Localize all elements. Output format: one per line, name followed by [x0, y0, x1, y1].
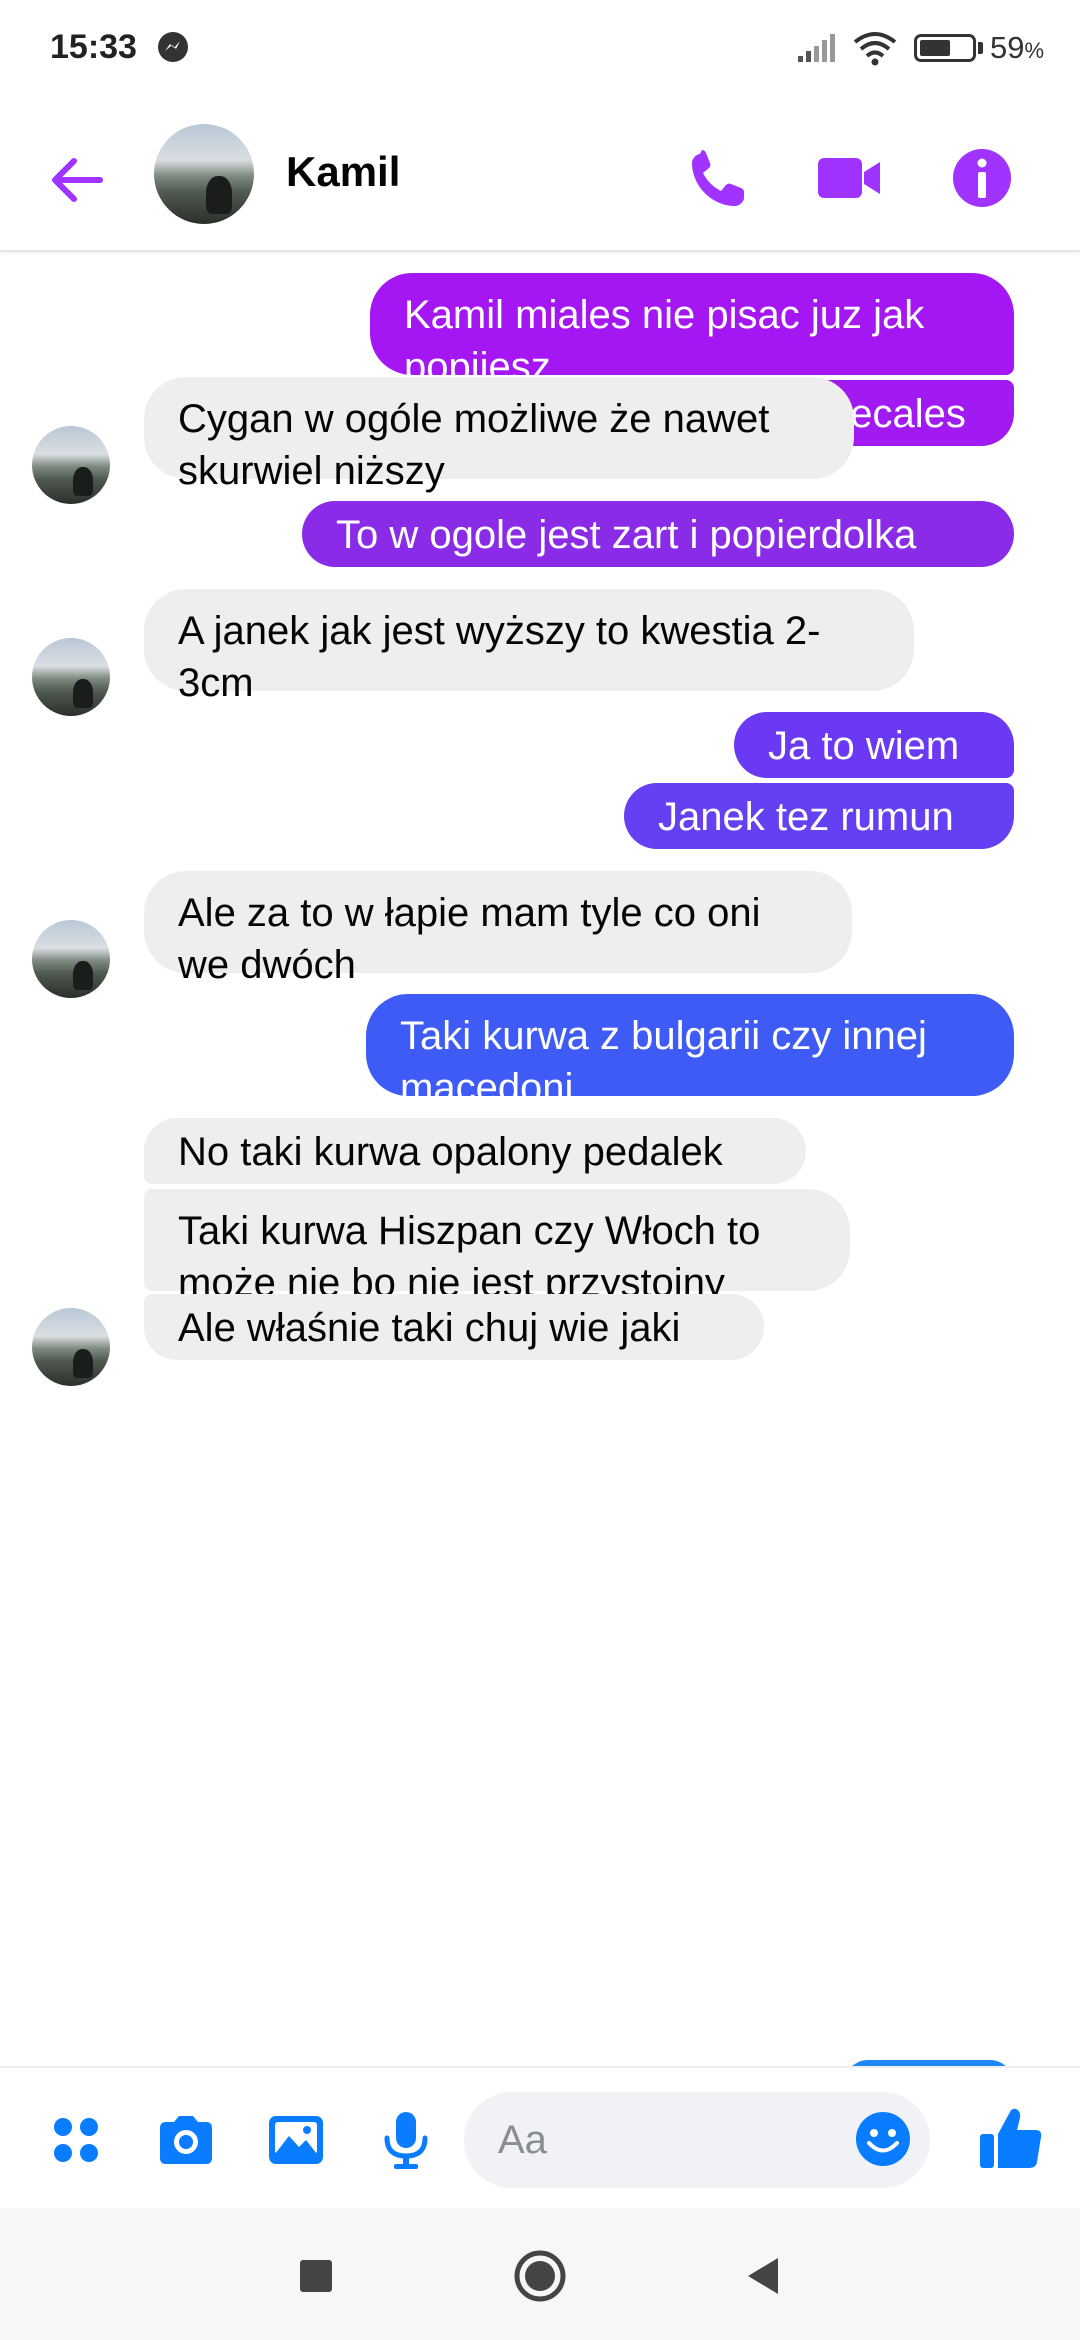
video-camera-icon[interactable] — [814, 142, 886, 214]
camera-icon[interactable] — [154, 2108, 218, 2172]
apps-grid-icon[interactable] — [44, 2108, 108, 2172]
messenger-notification-icon — [158, 32, 188, 62]
battery-level — [920, 40, 950, 56]
outgoing-message[interactable]: Taki kurwa z bulgarii czy innej macedoni — [366, 994, 1014, 1110]
home-circle-icon[interactable] — [512, 2248, 568, 2304]
microphone-icon[interactable] — [374, 2108, 438, 2172]
system-nav-bar — [0, 2208, 1080, 2340]
thumbs-up-icon[interactable] — [976, 2104, 1046, 2174]
avatar — [32, 426, 110, 504]
avatar — [32, 638, 110, 716]
status-bar: 15:33 59% — [0, 0, 1080, 96]
wifi-icon — [853, 32, 897, 66]
battery-percent: 59% — [990, 30, 1045, 65]
gallery-icon[interactable] — [264, 2108, 328, 2172]
emoji-icon[interactable] — [854, 2110, 912, 2168]
avatar[interactable] — [154, 124, 254, 224]
conversation-header: Kamil — [0, 110, 1080, 252]
status-time: 15:33 — [50, 28, 137, 66]
incoming-message[interactable]: Cygan w ogóle możliwe że nawet skurwiel … — [144, 377, 854, 493]
outgoing-message[interactable]: Ja to wiem — [734, 712, 1014, 778]
back-triangle-icon[interactable] — [736, 2248, 792, 2304]
battery-tip — [978, 42, 983, 54]
incoming-message[interactable]: Taki kurwa Hiszpan czy Włoch to może nie… — [144, 1189, 850, 1305]
message-composer — [0, 2066, 1080, 2210]
message-list[interactable]: Kamil miales nie pisac juz jak popijesz … — [0, 252, 1080, 2066]
incoming-message[interactable]: A janek jak jest wyższy to kwestia 2-3cm — [144, 589, 914, 705]
contact-name[interactable]: Kamil — [286, 148, 400, 196]
avatar — [32, 1308, 110, 1386]
incoming-message[interactable]: Ale za to w łapie mam tyle co oni we dwó… — [144, 871, 852, 987]
info-icon[interactable] — [946, 142, 1018, 214]
avatar — [32, 920, 110, 998]
back-arrow-icon[interactable] — [44, 148, 108, 212]
outgoing-message[interactable]: To w ogole jest zart i popierdolka — [302, 501, 1014, 567]
outgoing-message[interactable]: Kamil miales nie pisac juz jak popijesz — [370, 273, 1014, 389]
signal-icon — [798, 34, 835, 62]
phone-icon[interactable] — [680, 142, 752, 214]
outgoing-message[interactable]: Janek tez rumun — [624, 783, 1014, 849]
battery-icon — [914, 34, 976, 62]
incoming-message[interactable]: No taki kurwa opalony pedalek — [144, 1118, 806, 1184]
recents-square-icon[interactable] — [288, 2248, 344, 2304]
incoming-message[interactable]: Ale właśnie taki chuj wie jaki — [144, 1294, 764, 1360]
